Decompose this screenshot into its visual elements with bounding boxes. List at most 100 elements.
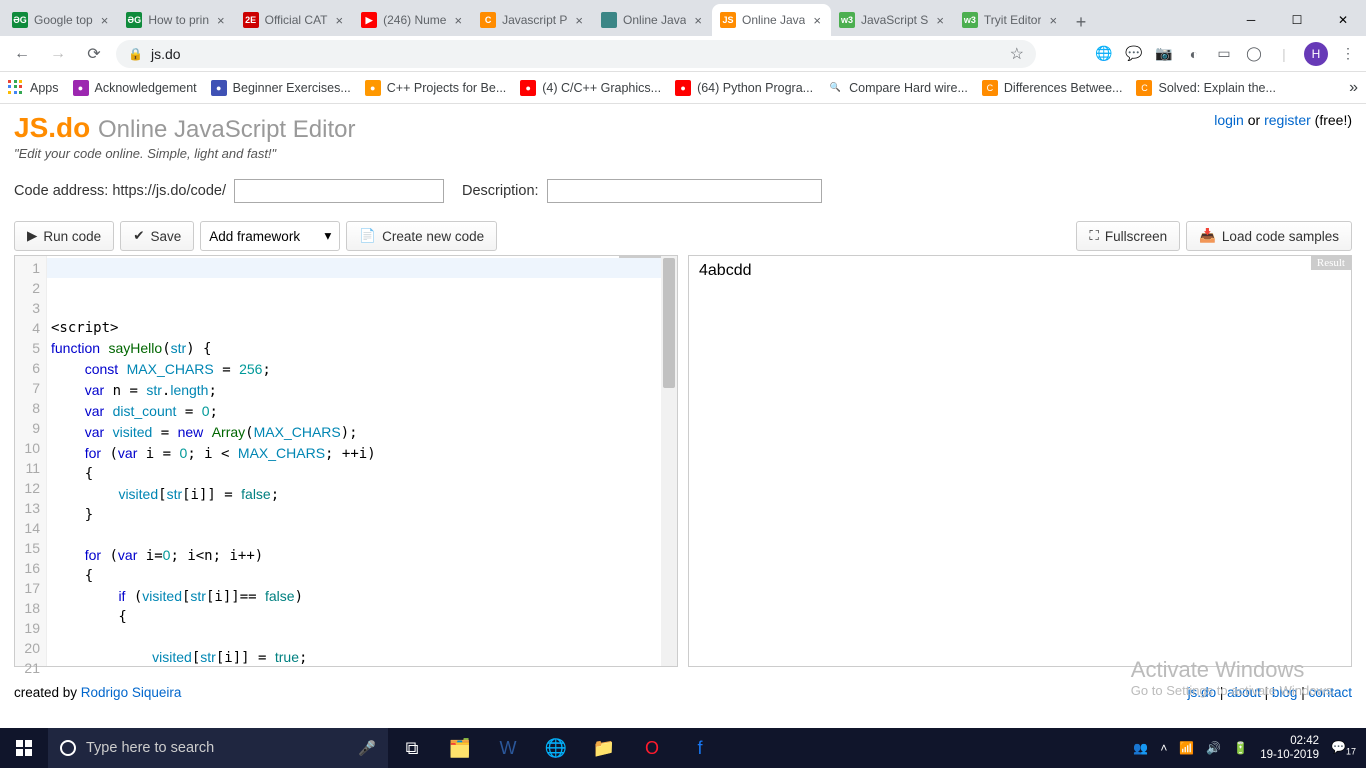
tab-close-icon[interactable]: ×	[934, 13, 946, 28]
profile-avatar[interactable]: H	[1304, 42, 1328, 66]
bookmark-item-3[interactable]: ●C++ Projects for Be...	[365, 80, 507, 96]
task-view-icon[interactable]: ⧉	[388, 728, 436, 768]
maximize-button[interactable]: ☐	[1274, 4, 1320, 36]
tab-close-icon[interactable]: ×	[452, 13, 464, 28]
site-tagline: "Edit your code online. Simple, light an…	[14, 146, 1352, 161]
taskbar-search[interactable]: Type here to search 🎤	[48, 728, 388, 768]
tab-label: JavaScript S	[861, 13, 928, 27]
bookmark-item-4[interactable]: ●(4) C/C++ Graphics...	[520, 80, 661, 96]
tab-label: Official CAT	[265, 13, 328, 27]
taskbar-app-explorer[interactable]: 📁	[580, 728, 628, 768]
browser-tab-0[interactable]: ƏGGoogle top×	[4, 4, 118, 36]
result-output: 4abcdd	[699, 262, 1341, 280]
tab-close-icon[interactable]: ×	[692, 13, 704, 28]
create-button[interactable]: 📄Create new code	[346, 221, 497, 251]
browser-tab-5[interactable]: Online Java ×	[593, 4, 712, 36]
browser-tab-7[interactable]: w3JavaScript S×	[831, 4, 954, 36]
taskbar-app-1[interactable]: 🗂️	[436, 728, 484, 768]
tab-favicon	[601, 12, 617, 28]
window-controls: ─ ☐ ✕	[1228, 4, 1366, 36]
ext-icon-1[interactable]: 🌐	[1094, 44, 1114, 64]
bookmark-item-8[interactable]: CSolved: Explain the...	[1136, 80, 1275, 96]
ext-icon-5[interactable]: ▭	[1214, 44, 1234, 64]
description-input[interactable]	[547, 179, 822, 203]
tray-volume-icon[interactable]: 🔊	[1206, 741, 1221, 755]
login-link[interactable]: login	[1214, 112, 1244, 128]
new-tab-button[interactable]: +	[1067, 8, 1095, 36]
editor-code[interactable]: <script> function sayHello(str) { const …	[47, 256, 661, 666]
browser-tab-1[interactable]: ƏGHow to prin×	[118, 4, 234, 36]
meta-form: Code address: https://js.do/code/ Descri…	[14, 179, 1352, 203]
bookmark-item-7[interactable]: CDifferences Betwee...	[982, 80, 1123, 96]
bookmarks-overflow[interactable]: »	[1349, 79, 1358, 97]
code-editor[interactable]: JavaScript 12345678910111213141516171819…	[14, 255, 678, 667]
ext-icon-4[interactable]: ◐	[1184, 44, 1204, 64]
tab-close-icon[interactable]: ×	[215, 13, 227, 28]
taskbar-app-facebook[interactable]: f	[676, 728, 724, 768]
tab-label: Online Java	[623, 13, 686, 27]
bookmark-label: C++ Projects for Be...	[387, 81, 507, 95]
ext-icon-3[interactable]: 📷	[1154, 44, 1174, 64]
tab-close-icon[interactable]: ×	[573, 13, 585, 28]
minimize-button[interactable]: ─	[1228, 4, 1274, 36]
tray-battery-icon[interactable]: 🔋	[1233, 741, 1248, 755]
tray-chevron-icon[interactable]: ˄	[1160, 741, 1167, 755]
tab-close-icon[interactable]: ×	[1047, 13, 1059, 28]
system-tray: 👥 ˄ 📶 🔊 🔋 02:4219-10-2019 💬17	[1123, 734, 1366, 762]
start-button[interactable]	[0, 728, 48, 768]
tray-notifications-icon[interactable]: 💬17	[1331, 740, 1356, 756]
mic-icon[interactable]: 🎤	[358, 740, 376, 757]
bookmark-item-2[interactable]: ●Beginner Exercises...	[211, 80, 351, 96]
tray-people-icon[interactable]: 👥	[1133, 741, 1148, 755]
bookmark-item-0[interactable]: Apps	[8, 80, 59, 96]
save-button[interactable]: ✔Save	[120, 221, 194, 251]
omnibox[interactable]: 🔒 js.do ☆	[116, 40, 1036, 68]
run-button[interactable]: ▶Run code	[14, 221, 114, 251]
bookmark-item-6[interactable]: 🔍Compare Hard wire...	[827, 80, 968, 96]
browser-tab-3[interactable]: ▶(246) Nume×	[353, 4, 472, 36]
address-bar: ← → ⟳ 🔒 js.do ☆ 🌐 💬 📷 ◐ ▭ ◯ | H ⋮	[0, 36, 1366, 72]
bookmark-item-1[interactable]: ●Acknowledgement	[73, 80, 197, 96]
bookmark-label: (4) C/C++ Graphics...	[542, 81, 661, 95]
url-text: js.do	[151, 46, 181, 62]
bookmark-label: Apps	[30, 81, 59, 95]
bookmark-item-5[interactable]: ●(64) Python Progra...	[675, 80, 813, 96]
taskbar-app-chrome[interactable]: 🌐	[532, 728, 580, 768]
bookmark-label: Compare Hard wire...	[849, 81, 968, 95]
tab-close-icon[interactable]: ×	[334, 13, 346, 28]
taskbar-app-opera[interactable]: O	[628, 728, 676, 768]
toolbar: ▶Run code ✔Save Add framework▾ 📄Create n…	[14, 221, 1352, 251]
tab-close-icon[interactable]: ×	[811, 13, 823, 28]
taskbar-app-word[interactable]: W	[484, 728, 532, 768]
taskbar-clock[interactable]: 02:4219-10-2019	[1260, 734, 1319, 762]
menu-icon[interactable]: ⋮	[1338, 44, 1358, 64]
scrollbar-thumb[interactable]	[663, 258, 675, 388]
tab-favicon: JS	[720, 12, 736, 28]
browser-tab-4[interactable]: CJavascript P×	[472, 4, 593, 36]
ext-icon-2[interactable]: 💬	[1124, 44, 1144, 64]
bookmarks-bar: Apps ●Acknowledgement ●Beginner Exercises.…	[0, 72, 1366, 104]
tab-close-icon[interactable]: ×	[99, 13, 111, 28]
tab-label: Javascript P	[502, 13, 567, 27]
back-button[interactable]: ←	[8, 40, 36, 68]
browser-tab-2[interactable]: 2EOfficial CAT×	[235, 4, 354, 36]
star-icon[interactable]: ☆	[1010, 44, 1024, 64]
tab-label: Tryit Editor	[984, 13, 1042, 27]
current-line-highlight	[47, 258, 661, 278]
ext-icon-6[interactable]: ◯	[1244, 44, 1264, 64]
windows-taskbar: Type here to search 🎤 ⧉ 🗂️ W 🌐 📁 O f 👥 ˄…	[0, 728, 1366, 768]
author-link[interactable]: Rodrigo Siqueira	[81, 685, 182, 700]
tray-wifi-icon[interactable]: 📶	[1179, 741, 1194, 755]
bookmark-label: Solved: Explain the...	[1158, 81, 1275, 95]
editor-scrollbar[interactable]	[661, 256, 677, 666]
file-icon: 📄	[359, 228, 376, 244]
fullscreen-button[interactable]: ⛶Fullscreen	[1076, 221, 1180, 251]
close-window-button[interactable]: ✕	[1320, 4, 1366, 36]
browser-tab-6[interactable]: JSOnline Java×	[712, 4, 831, 36]
register-link[interactable]: register	[1264, 112, 1311, 128]
code-address-input[interactable]	[234, 179, 444, 203]
framework-select[interactable]: Add framework▾	[200, 221, 340, 251]
reload-button[interactable]: ⟳	[80, 40, 108, 68]
browser-tab-8[interactable]: w3Tryit Editor×	[954, 4, 1067, 36]
load-samples-button[interactable]: 📥Load code samples	[1186, 221, 1352, 251]
